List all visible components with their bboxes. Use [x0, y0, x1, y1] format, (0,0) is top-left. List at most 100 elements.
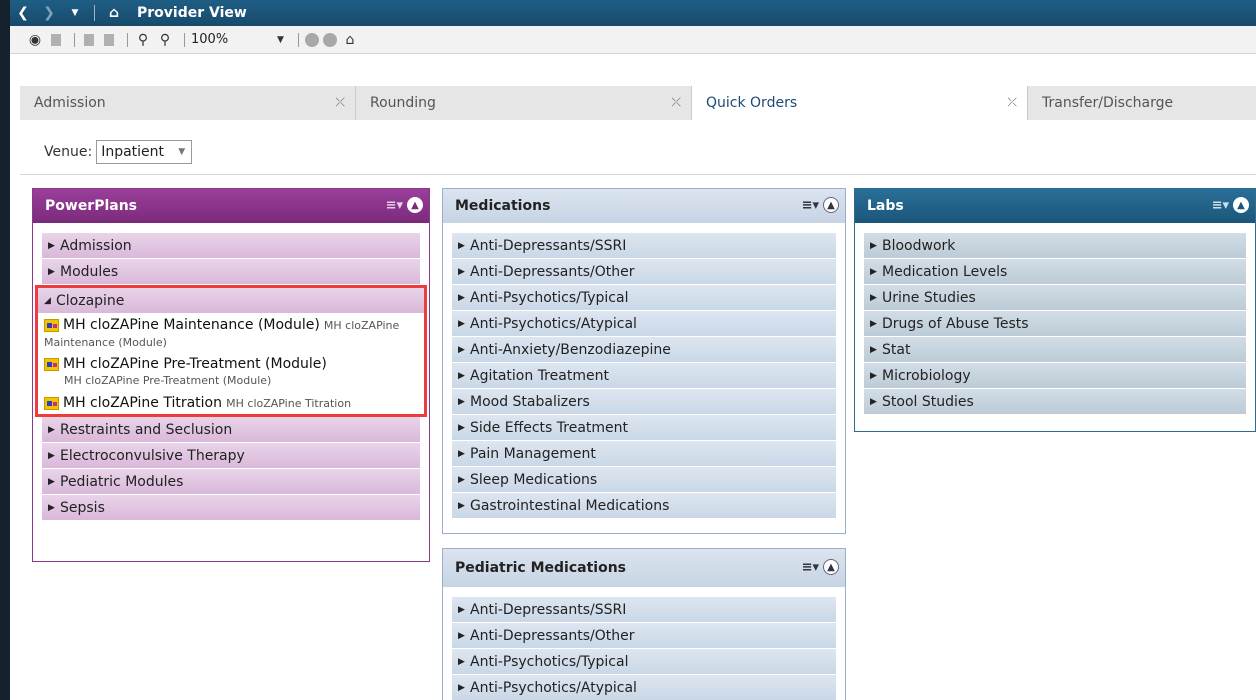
tab-admission[interactable]: Admission ⤫ — [20, 86, 356, 120]
collapse-icon[interactable]: ▲ — [407, 197, 423, 213]
list-item[interactable]: ▶ Microbiology — [864, 363, 1246, 389]
tab-label: Quick Orders — [706, 95, 798, 111]
expand-icon: ▶ — [458, 682, 465, 693]
item-label: Mood Stabalizers — [470, 393, 590, 410]
binoculars-icon[interactable]: ◉ — [26, 31, 44, 49]
close-icon[interactable]: ⤫ — [1007, 95, 1017, 110]
home-icon[interactable]: ⌂ — [341, 31, 359, 49]
dropdown-icon[interactable]: ▼ — [62, 8, 88, 18]
panel-controls: ≡▾ ▲ — [1212, 197, 1249, 213]
tab-quick-orders[interactable]: Quick Orders ⤫ — [692, 86, 1028, 120]
collapse-icon[interactable]: ▲ — [823, 559, 839, 575]
list-item[interactable]: ▶ Pain Management — [452, 441, 836, 467]
item-label: Anti-Psychotics/Atypical — [470, 315, 637, 332]
menu-icon[interactable]: ≡▾ — [1212, 198, 1229, 213]
list-item[interactable]: ▶ Bloodwork — [864, 233, 1246, 259]
expand-icon: ▶ — [458, 344, 465, 355]
tab-transfer-discharge[interactable]: Transfer/Discharge — [1028, 86, 1256, 120]
list-item[interactable]: ▶ Stool Studies — [864, 389, 1246, 415]
close-icon[interactable]: ⤫ — [335, 95, 345, 110]
list-item[interactable]: ▶ Sleep Medications — [452, 467, 836, 493]
list-item[interactable]: ▶ Medication Levels — [864, 259, 1246, 285]
plan-name: MH cloZAPine Maintenance (Module) — [63, 317, 320, 333]
list-item[interactable]: ▶ Anti-Depressants/Other — [452, 259, 836, 285]
zoom-level[interactable]: 100% — [191, 32, 239, 47]
list-item[interactable]: ▶ Side Effects Treatment — [452, 415, 836, 441]
toolbar-separator — [297, 32, 299, 47]
venue-label: Venue: — [44, 144, 93, 160]
expand-icon: ▶ — [458, 448, 465, 459]
back-circle-icon[interactable] — [304, 31, 319, 49]
menu-icon[interactable]: ≡▾ — [802, 560, 819, 575]
item-label: Anti-Anxiety/Benzodiazepine — [470, 341, 671, 358]
expand-icon: ▶ — [48, 240, 55, 251]
back-icon[interactable]: ❮ — [10, 5, 36, 21]
venue-control: Venue: Inpatient ▼ — [44, 140, 193, 164]
plan-item[interactable]: MH cloZAPine Maintenance (Module) MH clo… — [38, 314, 424, 353]
item-label: Anti-Depressants/Other — [470, 263, 635, 280]
list-item[interactable]: ▶ Anti-Psychotics/Atypical — [452, 311, 836, 337]
list-item[interactable]: ▶ Anti-Anxiety/Benzodiazepine — [452, 337, 836, 363]
chevron-down-icon: ▼ — [178, 147, 186, 157]
toolbar-separator — [184, 32, 185, 47]
list-item[interactable]: ▶ Mood Stabalizers — [452, 389, 836, 415]
list-item[interactable]: ▶ Restraints and Seclusion — [42, 417, 420, 443]
forward-circle-icon[interactable] — [322, 31, 337, 49]
forward-icon[interactable]: ❯ — [36, 5, 62, 21]
expand-icon: ▶ — [458, 474, 465, 485]
list-item[interactable]: ▶ Anti-Psychotics/Typical — [452, 285, 836, 311]
list-item[interactable]: ▶ Pediatric Modules — [42, 469, 420, 495]
collapse-icon[interactable]: ▲ — [823, 197, 839, 213]
list-item[interactable]: ▶ Stat — [864, 337, 1246, 363]
zoom-out-icon[interactable]: ⚲ — [134, 31, 152, 49]
medications-panel: Medications ≡▾ ▲ ▶ Anti-Depressants/SSRI ▶… — [442, 188, 846, 534]
page-title: Provider View — [137, 5, 247, 21]
item-label: Admission — [60, 237, 132, 254]
list-item[interactable]: ▶ Anti-Depressants/SSRI — [452, 597, 836, 623]
item-label: Anti-Psychotics/Typical — [470, 653, 629, 670]
list-item[interactable]: ▶ Drugs of Abuse Tests — [864, 311, 1246, 337]
venue-select[interactable]: Inpatient ▼ — [96, 140, 193, 164]
expand-icon: ▶ — [458, 422, 465, 433]
print-preview-icon[interactable] — [101, 31, 117, 49]
home-icon[interactable]: ⌂ — [101, 5, 127, 21]
list-item[interactable]: ▶ Anti-Depressants/Other — [452, 623, 836, 649]
item-label: Sepsis — [60, 499, 105, 516]
plan-item[interactable]: MH cloZAPine Pre-Treatment (Module) MH c… — [38, 352, 424, 392]
list-item[interactable]: ▶ Sepsis — [42, 495, 420, 521]
list-item[interactable]: ▶ Electroconvulsive Therapy — [42, 443, 420, 469]
expand-icon: ▶ — [870, 292, 877, 303]
list-item[interactable]: ▶ Anti-Psychotics/Atypical — [452, 675, 836, 700]
zoom-dropdown-icon[interactable]: ▼ — [277, 35, 284, 45]
list-item[interactable]: ▶ Anti-Depressants/SSRI — [452, 233, 836, 259]
list-item[interactable]: ▶ Agitation Treatment — [452, 363, 836, 389]
labs-list: ▶ Bloodwork ▶ Medication Levels ▶ Urine Studi… — [855, 223, 1255, 415]
toolbar-separator — [127, 32, 128, 47]
list-item[interactable]: ▶ Modules — [42, 259, 420, 285]
expand-icon: ▶ — [458, 240, 465, 251]
expand-icon: ▶ — [48, 266, 55, 277]
plan-name: MH cloZAPine Pre-Treatment (Module) — [63, 355, 327, 372]
menu-icon[interactable]: ≡▾ — [386, 198, 403, 213]
list-item[interactable]: ▶ Anti-Psychotics/Typical — [452, 649, 836, 675]
item-label: Pain Management — [470, 445, 596, 462]
list-item[interactable]: ▶ Admission — [42, 233, 420, 259]
close-icon[interactable]: ⤫ — [671, 95, 681, 110]
expand-icon: ▶ — [48, 502, 55, 513]
zoom-in-icon[interactable]: ⚲ — [156, 31, 174, 49]
list-item[interactable]: ▶ Gastrointestinal Medications — [452, 493, 836, 519]
item-label: Drugs of Abuse Tests — [882, 315, 1029, 332]
plan-name: MH cloZAPine Titration — [63, 394, 222, 411]
tab-label: Transfer/Discharge — [1042, 95, 1174, 111]
list-item[interactable]: ▶ Urine Studies — [864, 285, 1246, 311]
window-edge — [0, 0, 10, 700]
menu-icon[interactable]: ≡▾ — [802, 198, 819, 213]
plan-item[interactable]: MH cloZAPine Titration MH cloZAPine Titr… — [38, 391, 424, 414]
print-icon[interactable] — [81, 31, 97, 49]
list-item-clozapine[interactable]: ◢ Clozapine — [38, 288, 424, 314]
expand-icon: ▶ — [870, 396, 877, 407]
document-icon[interactable] — [48, 31, 64, 49]
tab-rounding[interactable]: Rounding ⤫ — [356, 86, 692, 120]
collapse-icon[interactable]: ▲ — [1233, 197, 1249, 213]
expand-icon: ▶ — [458, 370, 465, 381]
